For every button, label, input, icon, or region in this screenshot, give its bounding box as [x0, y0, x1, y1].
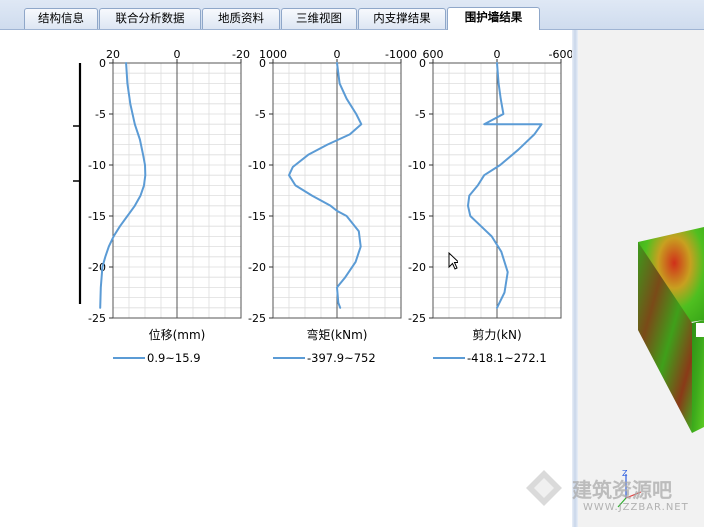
y-tick-label: -10: [88, 159, 106, 172]
legend-label: -418.1~272.1: [467, 351, 547, 365]
x-axis-label: 位移(mm): [149, 327, 206, 342]
legend-label: -397.9~752: [307, 351, 376, 365]
y-tick-label: -15: [248, 210, 266, 223]
x-axis-label: 剪力(kN): [472, 327, 521, 342]
tab-retaining-wall-results[interactable]: 围护墙结果: [447, 7, 540, 30]
y-tick-label: -25: [88, 312, 106, 325]
wall-3d-model: Z: [617, 227, 704, 508]
mouse-cursor-icon: [448, 252, 458, 270]
y-tick-label: 0: [99, 57, 106, 70]
x-tick-label: -20: [232, 48, 250, 61]
watermark-logo: [524, 468, 564, 508]
tab-label: 三维视图: [296, 11, 342, 25]
chart-0: 0-5-10-15-20-2520 0 -20位移(mm)0.9~15.9: [88, 48, 250, 365]
y-tick-label: -20: [248, 261, 266, 274]
wall-opening: [696, 323, 704, 337]
y-tick-label: -10: [248, 159, 266, 172]
x-tick-label: 600: [423, 48, 444, 61]
watermark-text: 建筑资源吧: [572, 478, 672, 502]
tab-label: 内支撑结果: [373, 11, 431, 25]
y-tick-label: -5: [95, 108, 106, 121]
x-tick-label: 0: [334, 48, 341, 61]
3d-viewport[interactable]: Z: [578, 30, 704, 527]
tab-3d-view[interactable]: 三维视图: [281, 8, 357, 29]
x-tick-label: 0: [494, 48, 501, 61]
tab-internal-support-results[interactable]: 内支撑结果: [358, 8, 446, 29]
x-tick-label: 20: [106, 48, 120, 61]
results-panel: 0 -5 -10 -15 -20 -25 20 0 -20 位移(mm) 0.9~15.9 0 -5 -1…: [0, 30, 573, 527]
tab-bar: 结构信息 联合分析数据 地质资料 三维视图 内支撑结果 围护墙结果: [0, 0, 704, 30]
y-tick-label: -25: [408, 312, 426, 325]
x-tick-label: -600: [549, 48, 572, 61]
legend-label: 0.9~15.9: [147, 351, 201, 365]
y-tick-label: -15: [88, 210, 106, 223]
x-tick-label: 1000: [259, 48, 287, 61]
tab-label: 联合分析数据: [115, 11, 185, 25]
chart-1: 0-5-10-15-20-251000 0 -1000弯矩(kNm)-397.9~7…: [248, 48, 417, 365]
tab-geology-data[interactable]: 地质资料: [202, 8, 280, 29]
x-tick-label: 0: [174, 48, 181, 61]
y-tick-label: -10: [408, 159, 426, 172]
tab-label: 地质资料: [218, 11, 264, 25]
chart-2: 0-5-10-15-20-25600 0 -600剪力(kN)-418.1~272.…: [408, 48, 573, 365]
retaining-wall-charts: 0-5-10-15-20-2520 0 -20位移(mm)0.9~15.90-5-1…: [73, 48, 573, 365]
y-tick-label: -20: [408, 261, 426, 274]
watermark-url: WWW.JZZBAR.NET: [583, 502, 689, 513]
y-tick-label: -5: [415, 108, 426, 121]
y-tick-label: -25: [248, 312, 266, 325]
tab-label: 围护墙结果: [464, 10, 523, 24]
x-tick-label: -1000: [385, 48, 417, 61]
tab-structure-info[interactable]: 结构信息: [24, 8, 98, 29]
tab-label: 结构信息: [38, 11, 84, 25]
y-tick-label: -15: [408, 210, 426, 223]
tab-joint-analysis-data[interactable]: 联合分析数据: [99, 8, 201, 29]
y-tick-label: -5: [255, 108, 266, 121]
x-axis-label: 弯矩(kNm): [307, 327, 368, 342]
